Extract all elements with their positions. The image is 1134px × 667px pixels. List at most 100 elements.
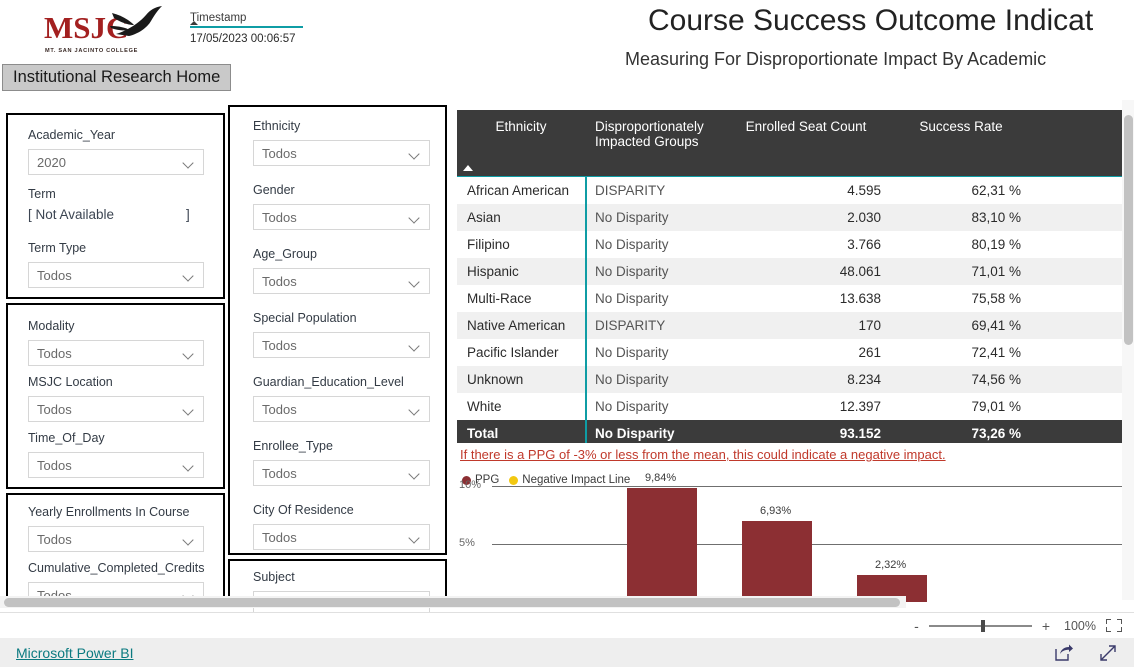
table-header-row: Ethnicity Disproportionately Impacted Gr… bbox=[457, 110, 1127, 176]
msjc-location-slicer[interactable]: Todos bbox=[28, 396, 204, 422]
institutional-research-home-button[interactable]: Institutional Research Home bbox=[2, 64, 231, 91]
academic-year-slicer[interactable]: 2020 bbox=[28, 149, 204, 175]
cumulative-credits-label: Cumulative_Completed_Credits bbox=[28, 561, 205, 575]
legend-label-negative-impact-line: Negative Impact Line bbox=[522, 474, 631, 486]
table-row[interactable]: AsianNo Disparity2.03083,10 %9,84 bbox=[457, 203, 1127, 231]
column-header-impacted-groups[interactable]: Disproportionately Impacted Groups bbox=[585, 110, 721, 176]
powerbi-report-page: MSJC MT. SAN JACINTO COLLEGE Timestamp 1… bbox=[0, 0, 1134, 667]
timestamp-value: 17/05/2023 00:06:57 bbox=[190, 32, 296, 45]
chart-bar[interactable] bbox=[742, 521, 812, 602]
filter-card-demographics: Ethnicity Todos Gender Todos Age_Group T… bbox=[228, 105, 447, 555]
cell-success-rate: 80,19 % bbox=[971, 236, 1021, 252]
table-row[interactable]: UnknownNo Disparity8.23474,56 %1,29 bbox=[457, 365, 1127, 393]
enrollee-type-label: Enrollee_Type bbox=[253, 439, 333, 453]
cell-enrolled-seat-count: 4.595 bbox=[721, 175, 891, 204]
column-header-enrolled-seat-count[interactable]: Enrolled Seat Count bbox=[721, 110, 891, 176]
chevron-down-icon bbox=[410, 470, 421, 477]
page-title: Course Success Outcome Indicat bbox=[648, 4, 1094, 37]
term-type-slicer[interactable]: Todos bbox=[28, 262, 204, 288]
enrollee-type-slicer[interactable]: Todos bbox=[253, 460, 430, 486]
academic-year-value: 2020 bbox=[37, 154, 66, 170]
cell-ethnicity: African American bbox=[457, 175, 585, 204]
table-row[interactable]: Filipino No Disparity 3.766 80,19 % 6,93 bbox=[457, 231, 1127, 258]
page-subtitle: Measuring For Disproportionate Impact By… bbox=[625, 49, 1047, 69]
city-of-residence-slicer[interactable]: Todos bbox=[253, 524, 430, 550]
special-population-slicer[interactable]: Todos bbox=[253, 332, 430, 358]
chevron-down-icon bbox=[410, 214, 421, 221]
cell-ppg: 1,29 bbox=[1031, 365, 1127, 393]
special-population-value: Todos bbox=[262, 337, 297, 353]
cell-ethnicity: Filipino bbox=[467, 236, 510, 252]
table-row[interactable]: Multi-Race No Disparity 13.638 75,58 % 2,32 bbox=[457, 285, 1127, 312]
total-impacted-group: No Disparity bbox=[585, 419, 721, 443]
table-row[interactable]: HispanicNo Disparity48.06171,01 %-2,25 bbox=[457, 257, 1127, 285]
subject-label: Subject bbox=[253, 570, 295, 584]
chart-plot-area: 10% 5% 9,84% 6,93% 2,32% bbox=[457, 472, 1127, 602]
cell-success-rate: 69,41 % bbox=[891, 311, 1031, 339]
column-header-impacted-line2: Impacted Groups bbox=[595, 134, 699, 149]
column-header-ppg[interactable]: PPG bbox=[1031, 110, 1127, 176]
total-enrolled-seat-count: 93.152 bbox=[721, 419, 891, 443]
disproportionate-impact-table[interactable]: Ethnicity Disproportionately Impacted Gr… bbox=[457, 110, 1127, 443]
chevron-down-icon bbox=[410, 342, 421, 349]
gender-slicer[interactable]: Todos bbox=[253, 204, 430, 230]
chart-bar-label: 2,32% bbox=[875, 559, 907, 571]
column-header-success-rate[interactable]: Success Rate bbox=[891, 110, 1031, 176]
guardian-education-slicer[interactable]: Todos bbox=[253, 396, 430, 422]
city-of-residence-label: City Of Residence bbox=[253, 503, 354, 517]
table-row[interactable]: White No Disparity 12.397 79,01 % 5,75 bbox=[457, 393, 1127, 420]
cell-success-rate: 83,10 % bbox=[891, 203, 1031, 231]
chevron-down-icon bbox=[410, 534, 421, 541]
column-separator bbox=[585, 176, 587, 443]
table-row[interactable]: African AmericanDISPARITY4.59562,31 %-10… bbox=[457, 175, 1127, 204]
cell-ppg: -10,9 bbox=[1031, 175, 1127, 204]
canvas-vertical-scrollbar-thumb[interactable] bbox=[1124, 115, 1133, 345]
microsoft-power-bi-link[interactable]: Microsoft Power BI bbox=[16, 645, 133, 661]
fit-to-screen-icon[interactable] bbox=[1106, 619, 1122, 632]
term-type-label: Term Type bbox=[28, 241, 87, 255]
cell-enrolled-seat-count: 12.397 bbox=[839, 398, 881, 414]
term-value: [ Not Available bbox=[28, 207, 115, 222]
cell-success-rate: 75,58 % bbox=[971, 290, 1021, 306]
filter-card-enrollment: Yearly Enrollments In Course Todos Cumul… bbox=[6, 493, 225, 608]
special-population-label: Special Population bbox=[253, 311, 357, 325]
cell-ppg: 9,84 bbox=[1031, 203, 1127, 231]
column-header-impacted-line1: Disproportionately bbox=[595, 119, 704, 134]
cell-impacted-group: DISPARITY bbox=[585, 175, 721, 204]
ppg-bar-chart[interactable]: PPG Negative Impact Line 10% 5% 9,84% 6,93%… bbox=[457, 470, 1127, 602]
zoom-slider-thumb[interactable] bbox=[980, 619, 985, 632]
table-row[interactable]: Pacific Islander No Disparity 261 72,41 % -0… bbox=[457, 339, 1127, 366]
time-of-day-label: Time_Of_Day bbox=[28, 431, 105, 445]
zoom-in-button[interactable]: + bbox=[1042, 618, 1050, 634]
yearly-enrollments-slicer[interactable]: Todos bbox=[28, 526, 204, 552]
modality-slicer[interactable]: Todos bbox=[28, 340, 204, 366]
zoom-out-button[interactable]: - bbox=[914, 618, 919, 634]
chart-y-tick-label: 5% bbox=[459, 536, 475, 549]
share-icon[interactable] bbox=[1054, 644, 1074, 662]
modality-label: Modality bbox=[28, 319, 75, 333]
column-header-ethnicity[interactable]: Ethnicity bbox=[457, 110, 585, 176]
cell-impacted-group: No Disparity bbox=[595, 290, 669, 306]
fullscreen-icon[interactable] bbox=[1098, 643, 1118, 663]
eagle-icon bbox=[110, 6, 162, 36]
cell-enrolled-seat-count: 13.638 bbox=[839, 290, 881, 306]
cell-impacted-group: No Disparity bbox=[585, 365, 721, 393]
cell-impacted-group: No Disparity bbox=[595, 236, 669, 252]
sort-ascending-icon bbox=[190, 21, 198, 25]
timestamp-label: Timestamp bbox=[190, 12, 247, 24]
timestamp-underline bbox=[190, 21, 303, 28]
age-group-slicer[interactable]: Todos bbox=[253, 268, 430, 294]
chart-bar[interactable] bbox=[627, 487, 697, 602]
total-label: Total bbox=[457, 419, 585, 443]
yearly-enrollments-value: Todos bbox=[37, 531, 72, 547]
time-of-day-slicer[interactable]: Todos bbox=[28, 452, 204, 478]
table-row[interactable]: Native AmericanDISPARITY17069,41 %-3,85 bbox=[457, 311, 1127, 339]
footer-action-icons bbox=[1054, 643, 1118, 663]
academic-year-label: Academic_Year bbox=[28, 128, 116, 142]
canvas-horizontal-scrollbar-thumb[interactable] bbox=[4, 598, 900, 607]
ethnicity-slicer[interactable]: Todos bbox=[253, 140, 430, 166]
zoom-slider[interactable] bbox=[928, 619, 1032, 632]
legend-swatch-negative-impact-line bbox=[509, 475, 519, 485]
ppg-disclaimer-text[interactable]: If there is a PPG of -3% or less from th… bbox=[460, 447, 946, 462]
filter-card-term: Academic_Year 2020 Term [ Not Available … bbox=[6, 113, 225, 299]
